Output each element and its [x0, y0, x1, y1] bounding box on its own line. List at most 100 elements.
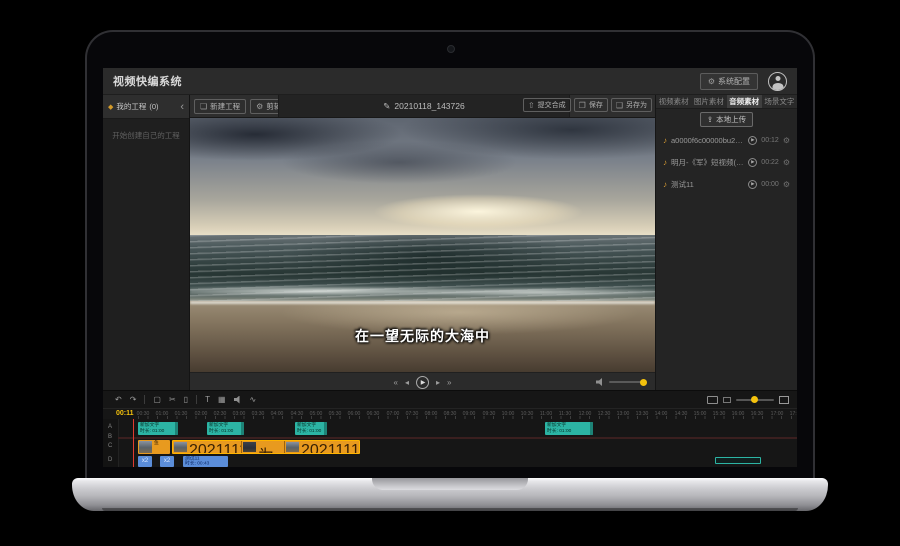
collapse-sidebar-icon[interactable]: ‹	[180, 102, 184, 112]
text-clip[interactable]: 新加文字 时长: 01:00	[545, 422, 593, 435]
save-icon: ❐	[579, 101, 586, 110]
text-clip[interactable]: 新加文字 时长: 01:00	[295, 422, 327, 435]
skip-forward-icon[interactable]: »	[447, 378, 451, 387]
zoom-knob[interactable]	[751, 396, 758, 403]
sidebar-title: 我的工程	[116, 101, 146, 112]
current-timecode: 00:11	[116, 410, 134, 417]
music-note-icon: ♪	[663, 158, 667, 167]
timeline-zoom-slider[interactable]	[736, 399, 774, 401]
playhead[interactable]	[133, 419, 134, 467]
upload-row: ⇪ 本地上传	[656, 109, 797, 129]
audio-name: 测试11	[671, 179, 744, 190]
audio-track-icon[interactable]	[234, 396, 242, 404]
volume-slider[interactable]	[609, 381, 645, 383]
cut-icon[interactable]: ✂	[169, 395, 176, 404]
list-item[interactable]: ♪ 测试11 ▶ 00:00 ⚙	[656, 173, 797, 195]
waveform-icon[interactable]: ∿	[250, 395, 257, 404]
save-button[interactable]: ❐ 保存	[574, 98, 608, 112]
selected-audio-clip-outline[interactable]	[715, 457, 761, 464]
submit-compose-button[interactable]: ⇧ 提交合成	[523, 98, 571, 112]
volume-knob[interactable]	[640, 379, 647, 386]
play-glyph: ▶	[751, 181, 754, 187]
trash-icon[interactable]: ▯	[184, 395, 188, 404]
sidebar-count: (0)	[149, 102, 158, 111]
speaker-icon[interactable]	[596, 378, 604, 386]
clip-thumbnail	[139, 441, 152, 453]
project-name: 20210118_143726	[394, 101, 464, 111]
list-item[interactable]: ♪ a0000f6c00000bu2t9uZ5aQjYgSmOaodg ▶ 00…	[656, 129, 797, 151]
system-config-button[interactable]: ⚙ 系统配置	[700, 73, 758, 90]
redo-icon[interactable]: ↷	[130, 395, 137, 404]
clip-label: 新加文字	[209, 423, 237, 428]
timeline-ruler[interactable]: 00:11 00:3001:0001:3002:0002:3003:0003:3…	[103, 409, 797, 419]
divider	[196, 395, 197, 404]
audio-marker-clip[interactable]: x2	[138, 456, 152, 467]
audio-marker-clip[interactable]: x2	[160, 456, 174, 467]
audio-list: ♪ a0000f6c00000bu2t9uZ5aQjYgSmOaodg ▶ 00…	[656, 129, 797, 195]
skip-back-icon[interactable]: «	[394, 378, 398, 387]
save-as-icon: ❑	[616, 101, 623, 110]
timeline-tracks: A B C D 新加文字 时长: 01:00 新加文字 时长: 01:00 新加…	[103, 419, 797, 467]
track-divider	[118, 437, 797, 439]
clip-thumbnail	[174, 442, 187, 452]
play-audio-icon[interactable]: ▶	[748, 136, 757, 145]
audio-clip[interactable]: 测试11 时长: 00:43	[183, 456, 228, 467]
tab-audio-assets[interactable]: 音频素材	[727, 95, 762, 108]
audio-duration: 00:22	[761, 159, 779, 166]
text-clip[interactable]: 新加文字 时长: 01:00	[138, 422, 178, 435]
empty-project-hint[interactable]: 开始创建自己的工程	[103, 130, 189, 141]
upload-label: 本地上传	[716, 114, 746, 125]
text-clip[interactable]: 新加文字 时长: 01:00	[207, 422, 244, 435]
play-audio-icon[interactable]: ▶	[748, 158, 757, 167]
step-back-icon[interactable]: ◂	[405, 378, 409, 387]
video-clip[interactable]: 为民说法节目访谈 时长: 01:17	[242, 441, 285, 453]
zoom-out-icon[interactable]	[723, 397, 731, 403]
video-sea	[190, 235, 655, 301]
video-clip-group[interactable]: 20211116096947006B_227 时长: 01:30 为民说法节目访…	[172, 440, 360, 454]
audio-settings-icon[interactable]: ⚙	[783, 158, 790, 167]
marquee-select-icon[interactable]: ▢	[153, 395, 161, 404]
audio-settings-icon[interactable]: ⚙	[783, 180, 790, 189]
user-avatar-icon[interactable]	[768, 72, 787, 91]
titlebar-actions: ⚙ 系统配置	[700, 72, 787, 91]
new-project-button[interactable]: ❏ 新建工程	[194, 99, 246, 114]
editor-center: ❏ 新建工程 ⚙ 剪辑设置 ✎ 20210118_143726 ⇧ 提交合成	[190, 95, 655, 390]
text-tool-icon[interactable]: T	[205, 395, 210, 404]
video-clip[interactable]: 鱼	[138, 440, 170, 454]
system-config-label: 系统配置	[718, 76, 750, 87]
audio-settings-icon[interactable]: ⚙	[783, 136, 790, 145]
video-clip[interactable]: 20211116096947006B_227 时长: 01:30	[285, 441, 359, 453]
timeline: ↶ ↷ ▢ ✂ ▯ T ▦ ∿ 00:11 00	[103, 390, 797, 467]
app-window: 视频快编系统 ⚙ 系统配置 ◆ 我的工程 (0) ‹ 开始创建自己的工程	[103, 68, 797, 467]
save-as-label: 另存为	[626, 100, 647, 110]
clip-label: 20211116096947006B_227	[189, 442, 241, 453]
zoom-in-icon[interactable]	[779, 396, 789, 404]
audio-duration: 00:12	[761, 137, 779, 144]
fit-timeline-icon[interactable]	[707, 396, 718, 404]
undo-icon[interactable]: ↶	[115, 395, 122, 404]
play-audio-icon[interactable]: ▶	[748, 180, 757, 189]
video-sky	[190, 118, 655, 235]
laptop-base	[72, 478, 828, 511]
webcam-icon	[447, 45, 455, 53]
play-icon: ▶	[421, 379, 426, 386]
play-button[interactable]: ▶	[416, 376, 429, 389]
timeline-toolbar: ↶ ↷ ▢ ✂ ▯ T ▦ ∿	[103, 391, 797, 409]
assets-panel: 视频素材 图片素材 音频素材 场景文字 ⇪ 本地上传 ♪ a0000f6c000…	[655, 95, 797, 390]
clip-duration: 时长: 01:00	[209, 429, 237, 434]
video-clip[interactable]: 20211116096947006B_227 时长: 01:30	[173, 441, 242, 453]
titlebar: 视频快编系统 ⚙ 系统配置	[103, 68, 797, 95]
tab-image-assets[interactable]: 图片素材	[691, 95, 726, 108]
local-upload-button[interactable]: ⇪ 本地上传	[700, 112, 753, 127]
step-forward-icon[interactable]: ▸	[436, 378, 440, 387]
tab-scene-text[interactable]: 场景文字	[762, 95, 797, 108]
tab-video-assets[interactable]: 视频素材	[656, 95, 691, 108]
clip-duration: 时长: 01:00	[140, 429, 170, 434]
save-as-button[interactable]: ❑ 另存为	[611, 98, 652, 112]
list-item[interactable]: ♪ 明月-《军》短视频(配乐) ▶ 00:22 ⚙	[656, 151, 797, 173]
clip-label: 为民说法节目访谈	[258, 448, 274, 453]
assets-tabs: 视频素材 图片素材 音频素材 场景文字	[656, 95, 797, 109]
music-note-icon: ♪	[663, 136, 667, 145]
play-glyph: ▶	[751, 137, 754, 143]
captions-icon[interactable]: ▦	[218, 395, 226, 404]
